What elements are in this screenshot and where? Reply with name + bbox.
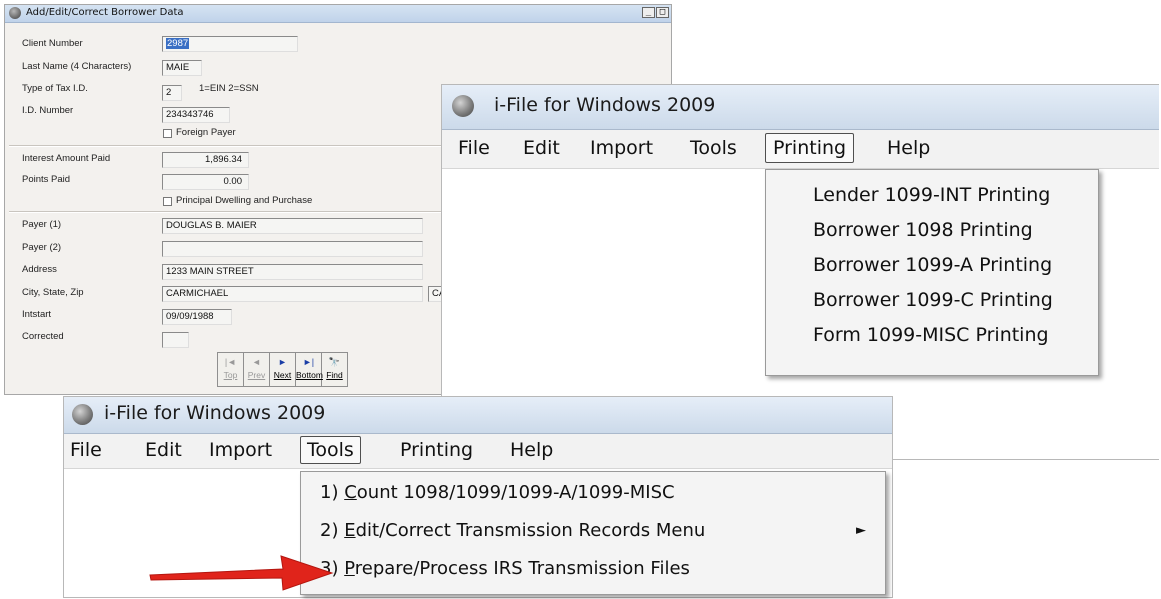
menu-file[interactable]: File — [70, 439, 102, 461]
top-button-label: Top — [223, 370, 238, 380]
window-title: Add/Edit/Correct Borrower Data — [26, 7, 184, 18]
menu-bar: File Edit Import Tools Printing Help — [64, 434, 892, 469]
top-button[interactable]: |◄ Top — [218, 353, 244, 386]
menu-item-borrower-1099-c[interactable]: Borrower 1099-C Printing — [813, 289, 1053, 311]
item-text: ount 1098/1099/1099-A/1099-MISC — [356, 482, 675, 503]
corrected-field[interactable] — [162, 332, 189, 348]
payer1-label: Payer (1) — [22, 219, 62, 230]
payer1-field[interactable]: DOUGLAS B. MAIER — [162, 218, 423, 234]
client-number-field[interactable]: 2987 — [162, 36, 298, 52]
last-record-icon: ►| — [302, 357, 315, 367]
prev-button-label: Prev — [247, 370, 266, 380]
address-label: Address — [22, 264, 57, 275]
title-bar[interactable]: i-File for Windows 2009 — [64, 397, 892, 434]
minimize-button[interactable]: _ — [642, 7, 655, 18]
find-button[interactable]: 🔭 Find — [322, 353, 347, 386]
menu-item-borrower-1098[interactable]: Borrower 1098 Printing — [813, 219, 1033, 241]
printing-dropdown: Lender 1099-INT Printing Borrower 1098 P… — [765, 169, 1099, 376]
item-number: 2) — [320, 520, 345, 541]
menu-import[interactable]: Import — [209, 439, 272, 461]
tax-id-type-field[interactable]: 2 — [162, 85, 182, 101]
mnemonic: P — [344, 558, 355, 579]
payer2-label: Payer (2) — [22, 242, 62, 253]
next-record-icon: ► — [278, 357, 287, 367]
menu-help[interactable]: Help — [510, 439, 553, 461]
item-text: repare/Process IRS Transmission Files — [354, 558, 690, 579]
client-number-label: Client Number — [22, 38, 83, 49]
last-name-field[interactable]: MAIE — [162, 60, 202, 76]
payer2-field[interactable] — [162, 241, 423, 257]
city-state-zip-label: City, State, Zip — [22, 287, 84, 298]
tax-id-hint: 1=EIN 2=SSN — [199, 83, 259, 94]
next-button[interactable]: ► Next — [270, 353, 296, 386]
menu-file[interactable]: File — [458, 137, 490, 159]
points-paid-field[interactable]: 0.00 — [162, 174, 249, 190]
address-field[interactable]: 1233 MAIN STREET — [162, 264, 423, 280]
interest-amount-field[interactable]: 1,896.34 — [162, 152, 249, 168]
menu-edit[interactable]: Edit — [523, 137, 560, 159]
find-button-label: Find — [326, 370, 343, 380]
app-logo-icon — [452, 95, 474, 117]
foreign-payer-checkbox[interactable] — [163, 129, 172, 138]
menu-tools[interactable]: Tools — [690, 137, 737, 159]
menu-bar: File Edit Import Tools Printing Help — [442, 130, 1159, 169]
menu-item-prepare-process-irs[interactable]: 3) Prepare/Process IRS Transmission File… — [320, 558, 690, 579]
prev-button[interactable]: ◄ Prev — [244, 353, 270, 386]
item-text: dit/Correct Transmission Records Menu — [355, 520, 706, 541]
principal-dwelling-label: Principal Dwelling and Purchase — [176, 195, 313, 206]
id-number-field[interactable]: 234343746 — [162, 107, 230, 123]
menu-item-count[interactable]: 1) Count 1098/1099/1099-A/1099-MISC — [320, 482, 675, 503]
title-bar[interactable]: i-File for Windows 2009 — [442, 85, 1159, 130]
foreign-payer-label: Foreign Payer — [176, 127, 236, 138]
app-logo-icon — [9, 7, 21, 19]
menu-tools[interactable]: Tools — [300, 436, 361, 464]
city-field[interactable]: CARMICHAEL — [162, 286, 423, 302]
item-number: 1) — [320, 482, 345, 503]
menu-item-lender-1099-int[interactable]: Lender 1099-INT Printing — [813, 184, 1050, 206]
points-paid-label: Points Paid — [22, 174, 71, 185]
mnemonic: C — [344, 482, 357, 503]
interest-amount-label: Interest Amount Paid — [22, 153, 111, 164]
previous-record-icon: ◄ — [252, 357, 261, 367]
tools-dropdown: 1) Count 1098/1099/1099-A/1099-MISC 2) E… — [300, 471, 886, 595]
client-number-value: 2987 — [166, 38, 190, 49]
app-logo-icon — [72, 404, 93, 425]
menu-printing[interactable]: Printing — [765, 133, 855, 163]
bottom-button[interactable]: ►| Bottom — [296, 353, 323, 386]
maximize-button[interactable]: □ — [656, 7, 669, 18]
mnemonic: E — [344, 520, 356, 541]
window-title: i-File for Windows 2009 — [494, 94, 716, 116]
menu-item-form-1099-misc[interactable]: Form 1099-MISC Printing — [813, 324, 1049, 346]
bottom-button-label: Bottom — [296, 370, 323, 380]
menu-item-borrower-1099-a[interactable]: Borrower 1099-A Printing — [813, 254, 1052, 276]
next-button-label: Next — [273, 370, 292, 380]
menu-import[interactable]: Import — [590, 137, 653, 159]
menu-item-edit-correct-transmission[interactable]: 2) Edit/Correct Transmission Records Men… — [320, 520, 705, 541]
id-number-label: I.D. Number — [22, 105, 74, 116]
menu-help[interactable]: Help — [887, 137, 930, 159]
intstart-label: Intstart — [22, 309, 52, 320]
menu-printing[interactable]: Printing — [400, 439, 473, 461]
menu-edit[interactable]: Edit — [145, 439, 182, 461]
window-title: i-File for Windows 2009 — [104, 402, 326, 424]
first-record-icon: |◄ — [224, 357, 237, 367]
last-name-label: Last Name (4 Characters) — [22, 61, 132, 72]
submenu-arrow-icon: ► — [856, 523, 866, 538]
tax-id-type-label: Type of Tax I.D. — [22, 83, 88, 94]
red-arrow-pointer — [149, 555, 334, 591]
binoculars-icon: 🔭 — [328, 357, 341, 367]
intstart-field[interactable]: 09/09/1988 — [162, 309, 232, 325]
title-bar[interactable]: Add/Edit/Correct Borrower Data _ □ — [5, 5, 671, 23]
record-navigation-bar: |◄ Top ◄ Prev ► Next ►| Bottom 🔭 Find — [217, 352, 348, 387]
principal-dwelling-checkbox[interactable] — [163, 197, 172, 206]
corrected-label: Corrected — [22, 331, 64, 342]
